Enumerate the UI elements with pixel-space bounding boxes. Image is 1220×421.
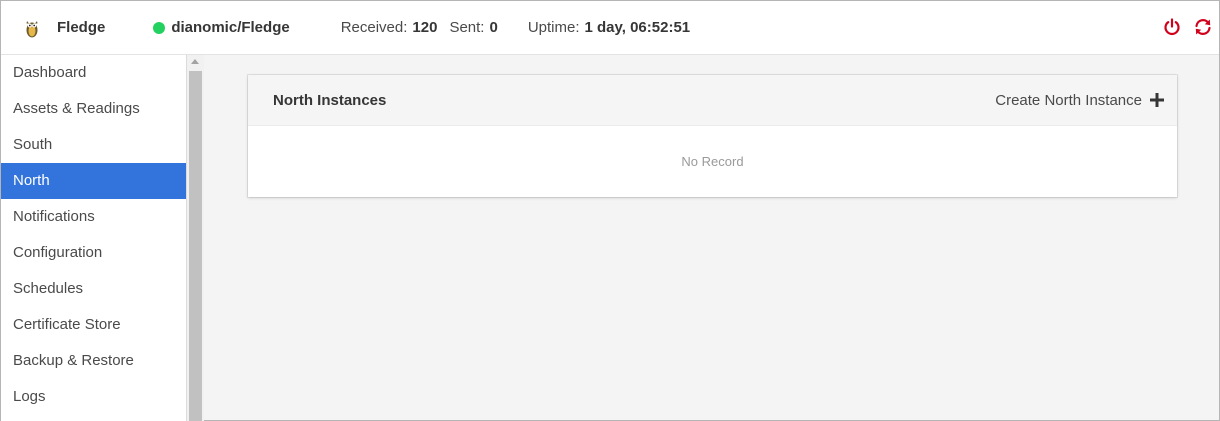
received-label: Received: (340, 19, 408, 36)
sidebar-item-south[interactable]: South (1, 127, 186, 163)
create-north-instance-label: Create North Instance (995, 91, 1142, 109)
sent-label: Sent: (449, 19, 485, 36)
instance-status: dianomic/Fledge (153, 19, 290, 36)
power-icon[interactable] (1162, 17, 1182, 37)
brand-name: Fledge (57, 19, 106, 36)
north-instances-card: North Instances Create North Instance No… (248, 75, 1177, 197)
card-title: North Instances (273, 91, 387, 109)
card-header: North Instances Create North Instance (248, 75, 1177, 126)
sent-value: 0 (489, 19, 498, 36)
sidebar-item-backup-restore[interactable]: Backup & Restore (1, 343, 186, 379)
received-value: 120 (412, 19, 438, 36)
sidebar-item-configuration[interactable]: Configuration (1, 235, 186, 271)
empty-state-text: No Record (681, 153, 744, 169)
sidebar-menu: Dashboard Assets & Readings South North … (1, 55, 187, 421)
sidebar-item-logs[interactable]: Logs (1, 379, 186, 415)
scroll-up-arrow-icon[interactable] (191, 59, 199, 64)
refresh-icon[interactable] (1193, 17, 1213, 37)
instance-name: dianomic/Fledge (171, 19, 290, 36)
sidebar-item-north[interactable]: North (1, 163, 186, 199)
owl-logo-icon (23, 17, 41, 39)
uptime-label: Uptime: (527, 19, 580, 36)
sidebar-scrollbar[interactable] (187, 55, 204, 421)
sidebar-item-notifications[interactable]: Notifications (1, 199, 186, 235)
sidebar-item-schedules[interactable]: Schedules (1, 271, 186, 307)
sidebar-item-dashboard[interactable]: Dashboard (1, 55, 186, 91)
navbar-actions (1151, 17, 1213, 37)
sidebar-item-assets-readings[interactable]: Assets & Readings (1, 91, 186, 127)
top-navbar: Fledge dianomic/Fledge Received: 120 Sen… (1, 1, 1219, 55)
sidebar-item-certificate-store[interactable]: Certificate Store (1, 307, 186, 343)
brand[interactable]: Fledge (23, 17, 105, 39)
scroll-thumb[interactable] (189, 71, 202, 421)
status-indicator (153, 21, 166, 34)
plus-icon (1150, 93, 1164, 107)
create-north-instance-button[interactable]: Create North Instance (995, 92, 1164, 109)
stats-bar: Received: 120 Sent: 0 Uptime: 1 day, 06:… (341, 19, 690, 36)
card-body: No Record (248, 126, 1177, 196)
uptime-value: 1 day, 06:52:51 (584, 19, 691, 36)
